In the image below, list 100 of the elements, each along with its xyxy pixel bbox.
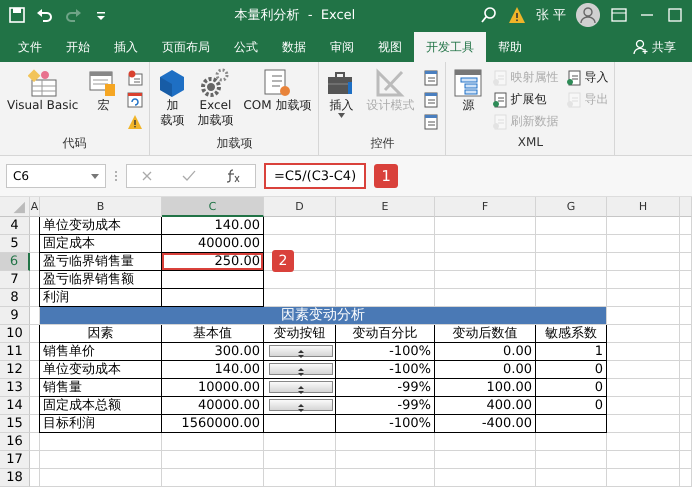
callout-badge: 2 xyxy=(272,250,294,272)
table-cell xyxy=(680,433,692,451)
spin-button[interactable] xyxy=(269,345,333,357)
up-down-arrows-icon xyxy=(298,350,304,358)
table-cell: 140.00 xyxy=(161,361,264,379)
table-cell: 10000.00 xyxy=(161,379,264,397)
row-header[interactable]: 16 xyxy=(0,433,30,451)
table-cell: 0 xyxy=(535,397,607,415)
column-heading: 敏感系数 xyxy=(535,325,607,343)
ribbon-tab[interactable]: 帮助 xyxy=(486,32,534,62)
ribbon-button[interactable]: COM 加载项 xyxy=(240,66,314,135)
ribbon-button[interactable]: 加 载项 xyxy=(154,66,190,135)
table-cell xyxy=(536,217,607,235)
ribbon-tab[interactable]: 页面布局 xyxy=(150,32,222,62)
insert-function-icon[interactable] xyxy=(224,169,241,183)
table-cell xyxy=(680,217,692,235)
table-cell: 100.00 xyxy=(434,379,536,397)
column-header[interactable]: E xyxy=(336,197,435,217)
ribbon-icon-button[interactable] xyxy=(125,90,146,109)
name-box[interactable]: C6 xyxy=(6,164,106,188)
table-cell: 盈亏临界销售量 xyxy=(39,253,162,271)
ribbon-button[interactable]: 插入 xyxy=(323,66,360,135)
table-cell: 300.00 xyxy=(161,343,264,361)
ribbon-tab[interactable]: 数据 xyxy=(270,32,318,62)
group-label: XML xyxy=(516,135,544,151)
group-label: 加载项 xyxy=(215,135,254,152)
table-cell xyxy=(680,451,692,469)
table-cell: 0 xyxy=(535,361,607,379)
table-title: 因素变动分析 xyxy=(40,307,607,325)
table-cell xyxy=(536,253,607,271)
table-cell: -400.00 xyxy=(434,415,536,433)
table-cell: 40000.00 xyxy=(161,397,264,415)
column-header[interactable]: G xyxy=(536,197,607,217)
row-header[interactable]: 9 xyxy=(0,307,30,325)
warning-icon[interactable] xyxy=(508,6,526,24)
table-cell: -99% xyxy=(335,397,435,415)
search-icon[interactable] xyxy=(480,6,498,24)
save-icon[interactable] xyxy=(8,6,26,24)
share-button[interactable]: 共享 xyxy=(627,32,682,62)
ribbon-button[interactable]: 宏 xyxy=(85,66,122,135)
avatar-icon[interactable] xyxy=(576,3,600,27)
table-cell: 140.00 xyxy=(161,217,264,235)
warning-icon xyxy=(127,114,144,130)
column-header[interactable]: D xyxy=(264,197,336,217)
ribbon-tab[interactable]: 开发工具 xyxy=(414,32,486,62)
row-header[interactable]: 5 xyxy=(0,235,30,253)
row-header[interactable]: 7 xyxy=(0,271,30,289)
ribbon-tab[interactable]: 插入 xyxy=(102,32,150,62)
ribbon-tab[interactable]: 公式 xyxy=(222,32,270,62)
row-header[interactable]: 4 xyxy=(0,217,30,235)
ribbon-tab[interactable]: 审阅 xyxy=(318,32,366,62)
ribbon-button[interactable]: Visual Basic xyxy=(4,66,82,135)
table-cell xyxy=(680,235,692,253)
row-header[interactable]: 14 xyxy=(0,397,30,415)
ribbon-button[interactable]: 源 xyxy=(450,66,486,135)
formula-field[interactable]: =C5/(C3-C4) xyxy=(264,163,366,189)
row-header[interactable]: 17 xyxy=(0,451,30,469)
maximize-icon[interactable] xyxy=(666,6,684,24)
check-icon[interactable] xyxy=(182,170,196,182)
row-header[interactable]: 11 xyxy=(0,343,30,361)
row-header[interactable]: 18 xyxy=(0,469,30,487)
row-header[interactable]: 10 xyxy=(0,325,30,343)
column-header[interactable]: H xyxy=(607,197,680,217)
window-title: 本量利分析 - Excel xyxy=(234,7,356,24)
table-cell xyxy=(264,451,336,469)
column-header[interactable]: F xyxy=(435,197,536,217)
table-cell: 固定成本总额 xyxy=(39,397,162,415)
user-name: 张 平 xyxy=(536,7,566,24)
column-header[interactable]: C xyxy=(162,197,264,217)
table-cell xyxy=(680,253,692,271)
row-header[interactable]: 6 xyxy=(0,253,30,271)
row-header[interactable]: 8 xyxy=(0,289,30,307)
spin-button[interactable] xyxy=(269,399,333,411)
ribbon-tab[interactable]: 开始 xyxy=(54,32,102,62)
row-header[interactable]: 12 xyxy=(0,361,30,379)
spin-button[interactable] xyxy=(269,381,333,393)
ribbon-button[interactable]: 导入 xyxy=(564,68,610,87)
column-heading: 变动按钮 xyxy=(263,325,336,343)
table-cell: 1 xyxy=(535,343,607,361)
row-header[interactable]: 15 xyxy=(0,415,30,433)
ribbon-button[interactable]: Excel 加载项 xyxy=(194,66,236,135)
person-add-icon xyxy=(633,39,649,55)
table-cell xyxy=(680,271,692,289)
form-icon xyxy=(28,68,58,98)
undo-icon[interactable] xyxy=(36,6,54,24)
ribbon-tab[interactable]: 文件 xyxy=(6,32,54,62)
ribbon-tab[interactable]: 视图 xyxy=(366,32,414,62)
ribbon-button[interactable]: 扩展包 xyxy=(490,90,560,109)
grip-icon xyxy=(114,170,118,182)
up-down-arrows-icon xyxy=(298,404,304,412)
spin-button[interactable] xyxy=(269,363,333,375)
column-header[interactable]: A xyxy=(30,197,40,217)
ribbon-display-icon[interactable] xyxy=(610,6,628,24)
table-cell: -100% xyxy=(335,361,435,379)
column-header[interactable]: B xyxy=(40,197,162,217)
table-cell xyxy=(680,343,692,361)
caret-icon[interactable] xyxy=(338,113,345,118)
row-header[interactable]: 13 xyxy=(0,379,30,397)
table-cell: 盈亏临界销售额 xyxy=(39,271,162,289)
group-label: 控件 xyxy=(369,135,396,152)
